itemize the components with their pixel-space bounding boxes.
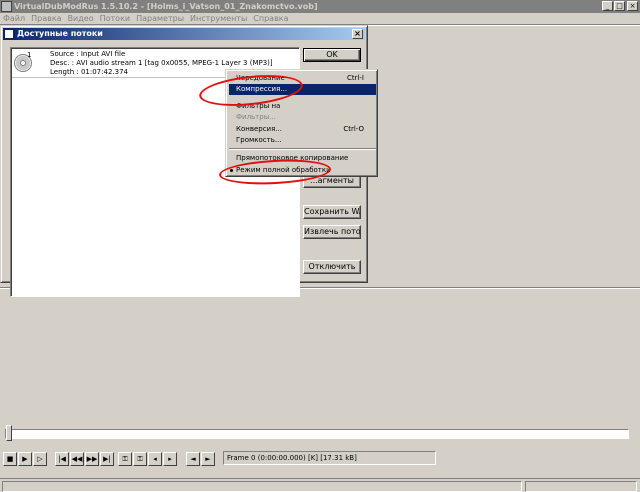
menu-item-label: Конверсия... — [236, 125, 282, 133]
status-cell-main — [2, 481, 522, 492]
stream-description: Desc. : AVI audio stream 1 [tag 0x0055, … — [50, 59, 273, 67]
status-cell-secondary — [525, 481, 637, 492]
minimize-button[interactable]: _ — [602, 1, 613, 11]
menu-options[interactable]: Параметры — [133, 13, 187, 24]
menu-item-label: Прямопотоковое копирование — [236, 154, 349, 162]
menu-item-compression[interactable]: Компрессия... — [229, 84, 376, 95]
scene-forward-icon[interactable]: ▸ — [163, 452, 177, 466]
status-bar — [0, 478, 640, 492]
menu-item-label: Чередование — [236, 74, 285, 82]
menu-item-filters-on[interactable]: Фильтры на — [229, 101, 376, 112]
save-wav-button[interactable]: Сохранить WAV — [303, 205, 361, 219]
go-start-icon[interactable]: |◀ — [55, 452, 69, 466]
dialog-title-bar[interactable]: Доступные потоки × — [3, 28, 365, 40]
menu-item-interleave[interactable]: Чередование Ctrl-I — [229, 73, 376, 84]
menu-tools[interactable]: Инструменты — [187, 13, 250, 24]
frame-status: Frame 0 (0:00:00.000) [K] [17.31 kB] — [223, 451, 436, 465]
ok-button[interactable]: OK — [303, 48, 361, 62]
maximize-button[interactable]: □ — [614, 1, 625, 11]
menu-item-direct-stream-copy[interactable]: Прямопотоковое копирование — [229, 153, 376, 164]
menu-item-label: Фильтры... — [236, 113, 276, 121]
stream-source: Source : Input AVI file — [50, 50, 126, 58]
menu-item-shortcut: Ctrl-O — [343, 125, 364, 133]
menu-item-shortcut: Ctrl-I — [346, 74, 364, 82]
menu-item-filters: Фильтры... — [229, 112, 376, 123]
radio-dot-icon — [230, 169, 233, 172]
mark-out-icon[interactable]: ► — [201, 452, 215, 466]
menu-item-label: Фильтры на — [236, 102, 281, 110]
play-output-icon[interactable]: ▷ — [33, 452, 47, 466]
next-keyframe-icon[interactable]: ⚿ — [133, 452, 147, 466]
dialog-title: Доступные потоки — [17, 29, 103, 38]
menu-item-volume[interactable]: Громкость... — [229, 135, 376, 146]
mark-in-icon[interactable]: ◄ — [186, 452, 200, 466]
step-forward-icon[interactable]: ▶▶ — [85, 452, 99, 466]
stream-length: Length : 01:07:42.374 — [50, 68, 128, 76]
go-end-icon[interactable]: ▶| — [100, 452, 114, 466]
menu-help[interactable]: Справка — [250, 13, 291, 24]
menu-item-label: Режим полной обработки — [236, 166, 331, 174]
app-icon — [1, 1, 12, 12]
menu-separator — [229, 148, 376, 150]
menu-item-label: Компрессия... — [236, 85, 287, 93]
scene-back-icon[interactable]: ◂ — [148, 452, 162, 466]
position-slider-track[interactable] — [5, 429, 629, 439]
disable-stream-button[interactable]: Отключить — [303, 260, 361, 274]
stream-number: 1 — [27, 51, 32, 59]
menu-file[interactable]: Файл — [0, 13, 28, 24]
dialog-close-button[interactable]: × — [352, 29, 363, 39]
position-slider-thumb[interactable] — [6, 425, 12, 441]
menu-item-conversion[interactable]: Конверсия... Ctrl-O — [229, 124, 376, 135]
stream-context-menu: Чередование Ctrl-I Компрессия... Фильтры… — [225, 69, 378, 177]
menu-item-full-processing[interactable]: Режим полной обработки — [229, 165, 376, 176]
window-title: VirtualDubModRus 1.5.10.2 - [Holms_i_Vat… — [14, 2, 318, 11]
menu-bar: Файл Правка Видео Потоки Параметры Инструмент… — [0, 13, 640, 24]
stop-icon[interactable]: ■ — [3, 452, 17, 466]
menu-item-label: Громкость... — [236, 136, 282, 144]
prev-keyframe-icon[interactable]: ⚿ — [118, 452, 132, 466]
play-input-icon[interactable]: ▶ — [18, 452, 32, 466]
dialog-icon — [4, 29, 14, 39]
main-title-bar: VirtualDubModRus 1.5.10.2 - [Holms_i_Vat… — [0, 0, 640, 13]
extract-stream-button[interactable]: Извлечь поток — [303, 225, 361, 239]
menu-streams[interactable]: Потоки — [97, 13, 134, 24]
menu-edit[interactable]: Правка — [28, 13, 64, 24]
close-button[interactable]: × — [627, 1, 638, 11]
menu-video[interactable]: Видео — [65, 13, 97, 24]
step-back-icon[interactable]: ◀◀ — [70, 452, 84, 466]
